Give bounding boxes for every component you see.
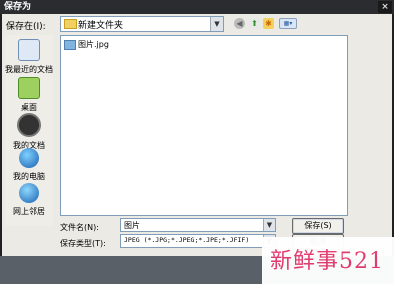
places-item-recent[interactable]: 我最近的文档 — [5, 39, 53, 75]
filename-input[interactable]: 图片 ▼ — [120, 218, 276, 232]
my-documents-icon — [17, 113, 41, 137]
chevron-down-icon[interactable]: ▼ — [210, 17, 223, 31]
places-item-label: 我的电脑 — [13, 172, 45, 181]
dialog-body: 保存在(I): 新建文件夹 ▼ ◀ ⬆ ✱ ▦▾ 我最近的文档 桌面 我的文档 — [2, 14, 392, 256]
file-list[interactable]: 图片.jpg — [60, 35, 348, 216]
new-folder-icon[interactable]: ✱ — [263, 18, 274, 29]
view-menu-icon[interactable]: ▦▾ — [279, 18, 297, 29]
network-places-icon — [19, 183, 39, 203]
current-folder-name: 新建文件夹 — [78, 21, 124, 31]
places-item-my-documents[interactable]: 我的文档 — [5, 113, 53, 151]
watermark-text: 新鲜事521 — [270, 249, 384, 274]
save-in-label: 保存在(I): — [6, 22, 46, 32]
places-item-label: 网上邻居 — [13, 207, 45, 216]
desktop-icon — [18, 77, 40, 99]
save-button[interactable]: 保存(S) — [292, 218, 344, 234]
places-item-label: 桌面 — [21, 103, 37, 112]
watermark: 新鲜事521 — [262, 237, 394, 284]
window-title: 保存为 — [4, 2, 32, 12]
close-icon[interactable]: × — [378, 1, 392, 13]
filename-label: 文件名(N): — [60, 223, 99, 232]
filetype-select[interactable]: JPEG (*.JPG;*.JPEG;*.JPE;*.JFIF) ▼ — [120, 234, 276, 248]
folder-icon — [64, 19, 77, 29]
places-item-label: 我最近的文档 — [5, 65, 53, 74]
list-item[interactable]: 图片.jpg — [64, 39, 109, 50]
places-item-my-computer[interactable]: 我的电脑 — [5, 148, 53, 182]
filetype-value: JPEG (*.JPG;*.JPEG;*.JPE;*.JFIF) — [124, 236, 250, 244]
save-in-dropdown[interactable]: 新建文件夹 ▼ — [60, 16, 224, 32]
filename-value: 图片 — [124, 221, 140, 230]
back-icon[interactable]: ◀ — [234, 18, 245, 29]
places-item-desktop[interactable]: 桌面 — [5, 77, 53, 113]
save-as-dialog: 保存为 × 保存在(I): 新建文件夹 ▼ ◀ ⬆ ✱ ▦▾ 我最近的文档 桌面… — [0, 0, 394, 256]
my-computer-icon — [19, 148, 39, 168]
chevron-down-icon[interactable]: ▼ — [263, 219, 275, 231]
up-folder-icon[interactable]: ⬆ — [249, 18, 260, 29]
title-bar: 保存为 × — [0, 0, 394, 14]
image-file-icon — [64, 39, 76, 50]
filetype-label: 保存类型(T): — [60, 239, 106, 248]
places-item-network[interactable]: 网上邻居 — [5, 183, 53, 217]
recent-documents-icon — [18, 39, 40, 61]
file-name: 图片.jpg — [78, 40, 109, 49]
places-bar: 我最近的文档 桌面 我的文档 我的电脑 网上邻居 — [5, 35, 53, 226]
